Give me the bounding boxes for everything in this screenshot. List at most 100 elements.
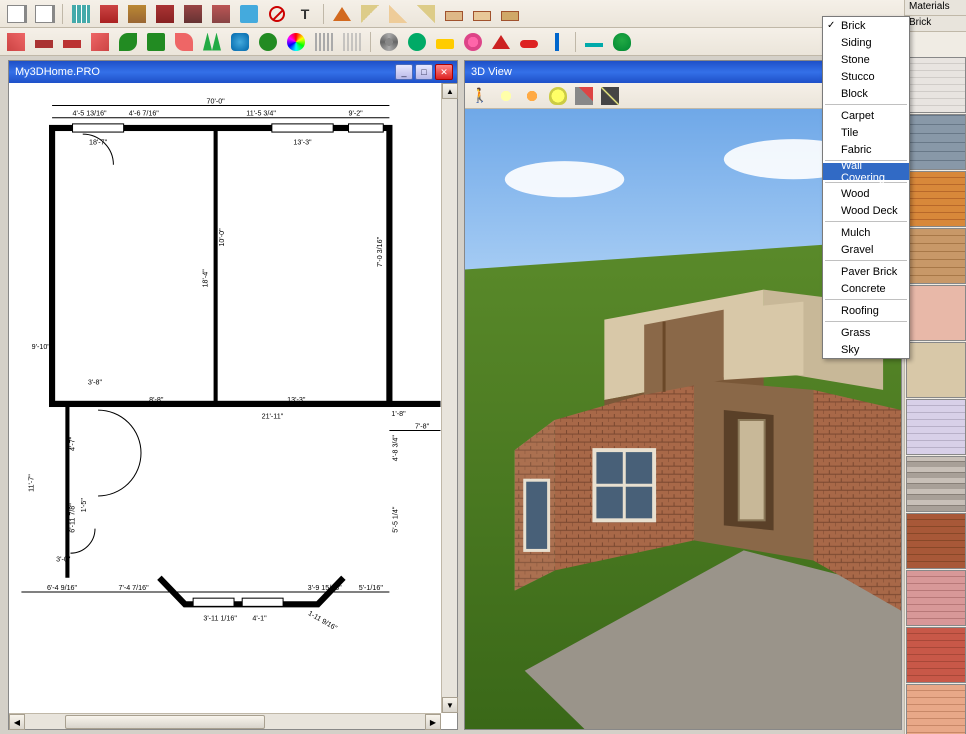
redroof-icon[interactable]: [489, 30, 513, 54]
menu-item-block[interactable]: Block: [823, 85, 909, 102]
greenball-icon[interactable]: [405, 30, 429, 54]
svg-text:4'-1": 4'-1": [252, 615, 267, 623]
scroll-up-icon[interactable]: ▲: [442, 83, 458, 99]
tree-icon[interactable]: [610, 30, 634, 54]
walk-icon[interactable]: 🚶: [469, 85, 491, 107]
materials-context-menu[interactable]: BrickSidingStoneStuccoBlock CarpetTileFab…: [822, 16, 910, 359]
menu-item-stucco[interactable]: Stucco: [823, 68, 909, 85]
menu-item-fabric[interactable]: Fabric: [823, 141, 909, 158]
pool-icon[interactable]: [228, 30, 252, 54]
menu-item-gravel[interactable]: Gravel: [823, 241, 909, 258]
menu-item-sky[interactable]: Sky: [823, 341, 909, 358]
pool-rect-icon[interactable]: [237, 2, 261, 26]
swatch-brick-grey[interactable]: [906, 114, 966, 170]
page-icon[interactable]: [32, 2, 56, 26]
wave-icon[interactable]: [200, 30, 224, 54]
fence5-icon[interactable]: [209, 2, 233, 26]
menu-item-wood-deck[interactable]: Wood Deck: [823, 202, 909, 219]
swatch-brick-sand[interactable]: [906, 342, 966, 398]
svg-text:4'-8 3/4": 4'-8 3/4": [392, 435, 400, 462]
menu-item-siding[interactable]: Siding: [823, 34, 909, 51]
brush-icon[interactable]: [573, 85, 595, 107]
fence1-icon[interactable]: [97, 2, 121, 26]
path-icon[interactable]: [172, 30, 196, 54]
green-sq-icon[interactable]: [144, 30, 168, 54]
tractor-icon[interactable]: [433, 30, 457, 54]
grid-icon[interactable]: [69, 2, 93, 26]
swatch-brick-rust[interactable]: [906, 513, 966, 569]
menu-item-stone[interactable]: Stone: [823, 51, 909, 68]
wand-icon[interactable]: [599, 85, 621, 107]
flower-icon[interactable]: [461, 30, 485, 54]
maximize-button[interactable]: □: [415, 64, 433, 80]
svg-text:3'-8": 3'-8": [88, 379, 103, 387]
minimize-button[interactable]: _: [395, 64, 413, 80]
menu-item-concrete[interactable]: Concrete: [823, 280, 909, 297]
fence3-icon[interactable]: [153, 2, 177, 26]
scrollbar-vertical[interactable]: ▲ ▼: [441, 83, 457, 713]
pill-icon[interactable]: [517, 30, 541, 54]
svg-text:7'-8": 7'-8": [415, 422, 430, 430]
menu-item-mulch[interactable]: Mulch: [823, 224, 909, 241]
sun-yellow-icon[interactable]: [495, 85, 517, 107]
prohibit-icon[interactable]: [265, 2, 289, 26]
window-title-2d: My3DHome.PRO: [13, 66, 393, 78]
slope1-icon[interactable]: [358, 2, 382, 26]
slab-icon[interactable]: [442, 2, 466, 26]
bench2-icon[interactable]: [60, 30, 84, 54]
scroll-thumb[interactable]: [65, 715, 265, 729]
slope3-icon[interactable]: [414, 2, 438, 26]
fence2-icon[interactable]: [125, 2, 149, 26]
green-dot-icon[interactable]: [256, 30, 280, 54]
swatch-brick-lav[interactable]: [906, 399, 966, 455]
text-icon[interactable]: T: [293, 2, 317, 26]
menu-item-wood[interactable]: Wood: [823, 185, 909, 202]
lamp-icon[interactable]: [545, 30, 569, 54]
bench-icon[interactable]: [32, 30, 56, 54]
plan-canvas[interactable]: 70'-0" 4'-5 13/16" 4'-6 7/16" 11'-5 3/4"…: [9, 83, 457, 729]
menu-item-roofing[interactable]: Roofing: [823, 302, 909, 319]
svg-text:11'-7": 11'-7": [28, 474, 36, 492]
wheel-icon[interactable]: [377, 30, 401, 54]
svg-text:4'-5 13/16": 4'-5 13/16": [73, 110, 108, 118]
menu-item-paver-brick[interactable]: Paver Brick: [823, 263, 909, 280]
svg-text:13'-3": 13'-3": [293, 138, 312, 146]
menu-item-grass[interactable]: Grass: [823, 324, 909, 341]
scroll-down-icon[interactable]: ▼: [442, 697, 458, 713]
materials-category[interactable]: Brick: [905, 16, 966, 32]
book-icon[interactable]: [4, 2, 28, 26]
swatch-brick-mix[interactable]: [906, 456, 966, 512]
railing-icon[interactable]: [312, 30, 336, 54]
svg-text:8'-8": 8'-8": [149, 396, 164, 404]
swatch-brick-salmon[interactable]: [906, 684, 966, 734]
swatch-brick-white[interactable]: [906, 57, 966, 113]
sun-orange-icon[interactable]: [521, 85, 543, 107]
scroll-right-icon[interactable]: ▶: [425, 714, 441, 730]
dash-icon[interactable]: [582, 30, 606, 54]
swatch-brick-pink[interactable]: [906, 285, 966, 341]
colorwheel-icon[interactable]: [284, 30, 308, 54]
slide2-icon[interactable]: [88, 30, 112, 54]
close-button[interactable]: ✕: [435, 64, 453, 80]
scroll-left-icon[interactable]: ◀: [9, 714, 25, 730]
fence4-icon[interactable]: [181, 2, 205, 26]
roof-icon[interactable]: [330, 2, 354, 26]
plant-icon[interactable]: [116, 30, 140, 54]
menu-item-carpet[interactable]: Carpet: [823, 107, 909, 124]
play-structure-icon[interactable]: [4, 30, 28, 54]
railing2-icon[interactable]: [340, 30, 364, 54]
svg-text:1'-5": 1'-5": [80, 498, 88, 513]
menu-item-brick[interactable]: Brick: [823, 17, 909, 34]
slab3-icon[interactable]: [498, 2, 522, 26]
menu-item-wall-covering[interactable]: Wall Covering: [823, 163, 909, 180]
swatch-brick-orange[interactable]: [906, 171, 966, 227]
scrollbar-horizontal[interactable]: ◀ ▶: [9, 713, 441, 729]
slab2-icon[interactable]: [470, 2, 494, 26]
swatch-brick-red[interactable]: [906, 627, 966, 683]
menu-item-tile[interactable]: Tile: [823, 124, 909, 141]
swatch-brick-rose[interactable]: [906, 570, 966, 626]
swatch-brick-tan[interactable]: [906, 228, 966, 284]
titlebar-2d[interactable]: My3DHome.PRO _ □ ✕: [9, 61, 457, 83]
slope2-icon[interactable]: [386, 2, 410, 26]
bulb-icon[interactable]: [547, 85, 569, 107]
